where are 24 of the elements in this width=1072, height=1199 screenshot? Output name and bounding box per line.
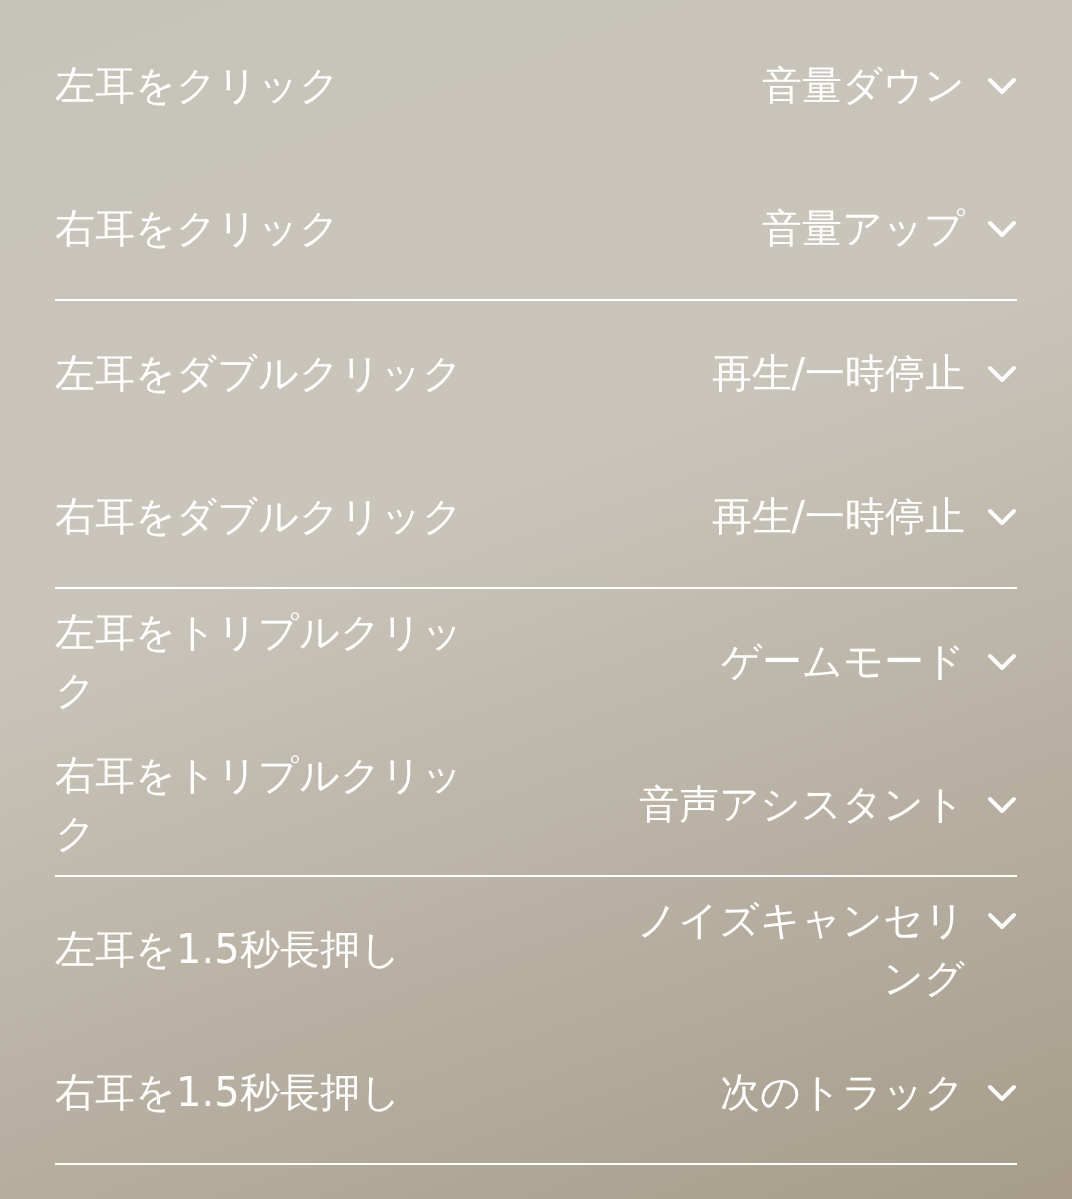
setting-label: 右耳をダブルクリック	[55, 491, 464, 541]
chevron-down-icon	[987, 506, 1017, 527]
chevron-down-icon	[987, 1082, 1017, 1103]
chevron-down-icon	[987, 75, 1017, 96]
chevron-down-icon	[987, 794, 1017, 815]
option-dropdown[interactable]: 音声アシスタント	[639, 774, 1017, 833]
setting-label: 右耳をクリック	[55, 203, 341, 253]
chevron-down-icon	[987, 218, 1017, 239]
option-dropdown[interactable]: 音量ダウン	[762, 55, 1017, 114]
setting-label: 左耳をダブルクリック	[55, 348, 464, 398]
option-dropdown[interactable]: 再生/一時停止	[711, 343, 1017, 402]
setting-label: 右耳を1.5秒長押し	[55, 1067, 402, 1117]
setting-label: 右耳をトリプルクリック	[55, 750, 464, 858]
setting-label: 左耳をトリプルクリック	[55, 607, 464, 715]
option-dropdown[interactable]: ゲームモード	[721, 631, 1017, 690]
option-dropdown[interactable]: ノイズキャンセリング	[620, 890, 1017, 1007]
setting-label: 左耳を1.5秒長押し	[55, 924, 402, 974]
setting-label: 左耳をクリック	[55, 60, 341, 110]
option-dropdown[interactable]: 再生/一時停止	[711, 486, 1017, 545]
option-dropdown[interactable]: 次のトラック	[720, 1062, 1017, 1121]
chevron-down-icon	[987, 651, 1017, 672]
chevron-down-icon	[987, 910, 1017, 931]
option-dropdown[interactable]: 音量アップ	[762, 198, 1017, 257]
chevron-down-icon	[987, 363, 1017, 384]
